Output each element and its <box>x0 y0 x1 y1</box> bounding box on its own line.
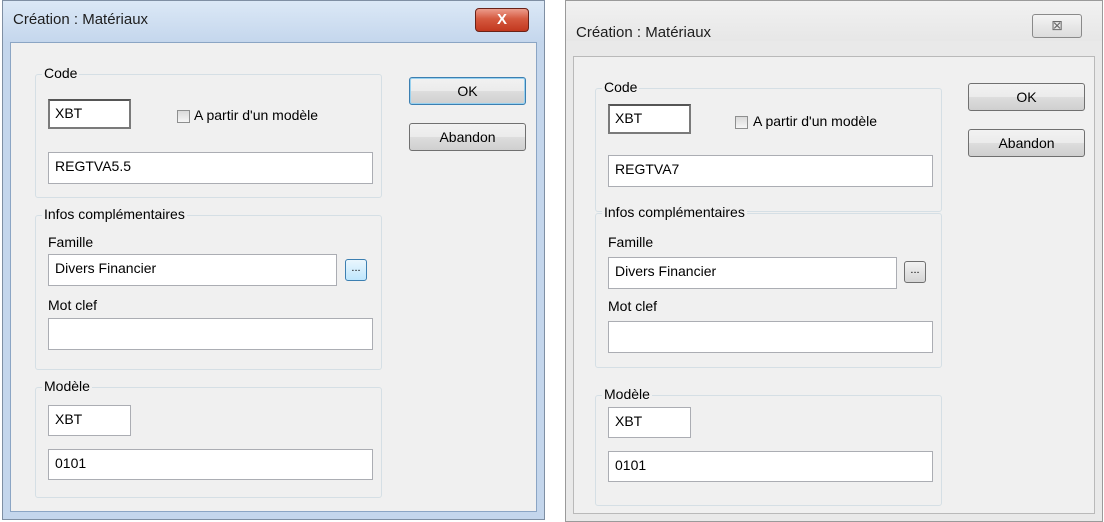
name-input[interactable]: REGTVA7 <box>608 155 933 187</box>
modele-code-input[interactable]: XBT <box>48 405 131 436</box>
famille-browse-button[interactable]: ... <box>904 261 926 283</box>
dialog-active: Création : Matériaux X Code XBT A partir… <box>2 0 545 520</box>
dialog-inactive: Création : Matériaux ⊠ Code XBT A partir… <box>565 0 1103 522</box>
window-title: Création : Matériaux <box>13 11 149 28</box>
motclef-input[interactable] <box>608 321 933 353</box>
window-title: Création : Matériaux <box>576 24 712 41</box>
infos-group-legend: Infos complémentaires <box>602 204 747 220</box>
close-icon: X <box>496 11 507 28</box>
dialog-client-area: Code XBT A partir d'un modèle REGTVA7 In… <box>573 56 1095 514</box>
modele-code-input[interactable]: XBT <box>608 407 691 438</box>
from-model-label[interactable]: A partir d'un modèle <box>753 113 877 129</box>
modele-group-legend: Modèle <box>602 386 652 402</box>
modele-number-input[interactable]: 0101 <box>48 449 373 480</box>
modele-group-legend: Modèle <box>42 378 92 394</box>
famille-label: Famille <box>608 234 654 250</box>
dialog-client-area: Code XBT A partir d'un modèle REGTVA5.5 … <box>10 42 537 512</box>
famille-browse-button[interactable]: ... <box>345 259 367 281</box>
code-group-legend: Code <box>42 65 80 81</box>
close-icon: ⊠ <box>1051 17 1063 33</box>
close-button[interactable]: ⊠ <box>1032 14 1082 38</box>
close-button[interactable]: X <box>475 8 529 32</box>
from-model-label[interactable]: A partir d'un modèle <box>194 107 318 123</box>
ok-button[interactable]: OK <box>409 77 526 105</box>
code-input[interactable]: XBT <box>48 99 131 129</box>
from-model-checkbox[interactable] <box>735 116 748 129</box>
code-group-legend: Code <box>602 79 640 95</box>
famille-input[interactable]: Divers Financier <box>48 254 337 286</box>
title-bar[interactable]: Création : Matériaux X <box>3 1 544 41</box>
name-input[interactable]: REGTVA5.5 <box>48 152 373 184</box>
infos-group-legend: Infos complémentaires <box>42 206 187 222</box>
famille-input[interactable]: Divers Financier <box>608 257 897 289</box>
cancel-button[interactable]: Abandon <box>968 129 1085 157</box>
motclef-input[interactable] <box>48 318 373 350</box>
motclef-label: Mot clef <box>48 297 98 313</box>
code-input[interactable]: XBT <box>608 104 691 134</box>
from-model-checkbox[interactable] <box>177 110 190 123</box>
ok-button[interactable]: OK <box>968 83 1085 111</box>
modele-group: Modèle <box>35 378 382 498</box>
motclef-label: Mot clef <box>608 298 658 314</box>
cancel-button[interactable]: Abandon <box>409 123 526 151</box>
title-bar[interactable]: Création : Matériaux ⊠ <box>566 1 1102 41</box>
famille-label: Famille <box>48 234 94 250</box>
modele-number-input[interactable]: 0101 <box>608 451 933 482</box>
